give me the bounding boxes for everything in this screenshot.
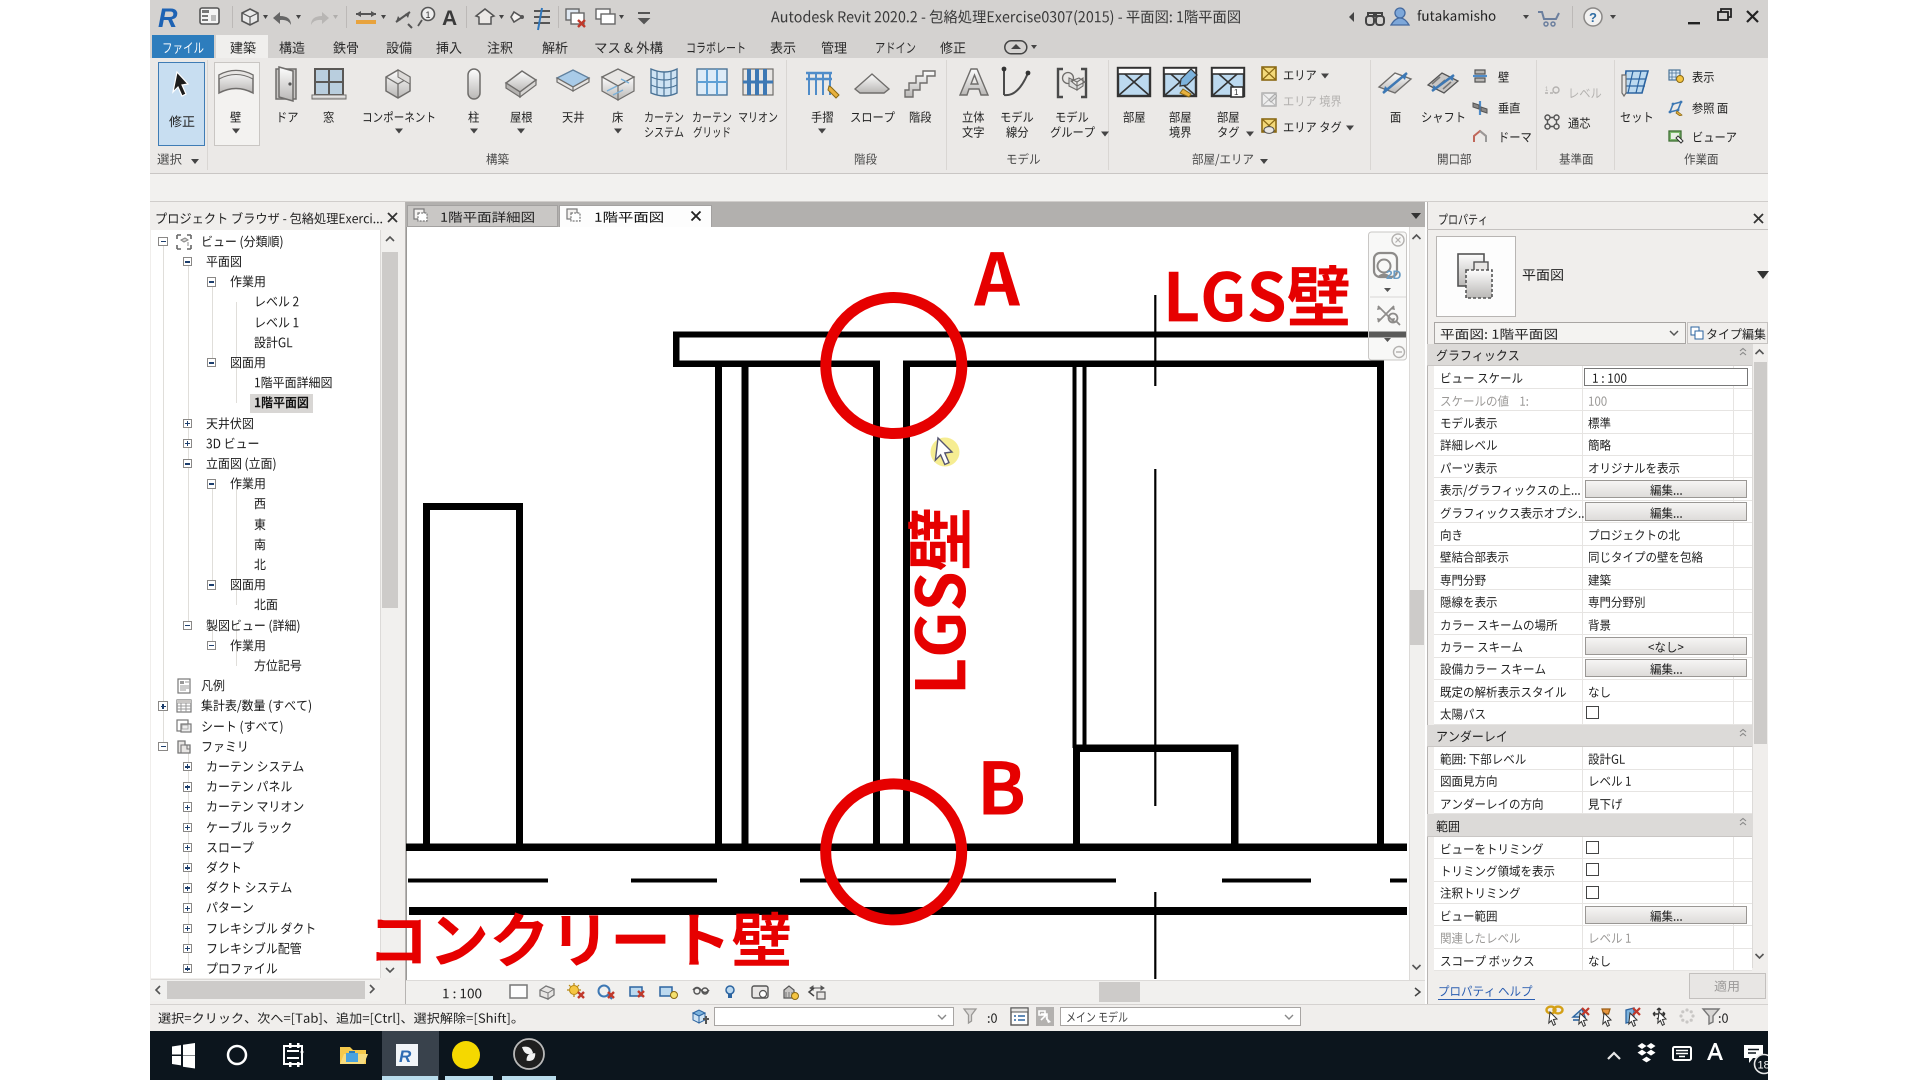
svg-text:18: 18 — [1758, 1060, 1769, 1072]
svg-text:1: 1 — [426, 10, 431, 20]
svg-text:1: 1 — [1545, 87, 1549, 93]
svg-text:R: R — [399, 1047, 412, 1066]
svg-text:2D: 2D — [1386, 268, 1402, 282]
svg-text:?: ? — [1589, 10, 1597, 25]
svg-text:R: R — [158, 3, 178, 33]
svg-text:1: 1 — [1234, 88, 1239, 97]
svg-text:A: A — [442, 7, 457, 30]
